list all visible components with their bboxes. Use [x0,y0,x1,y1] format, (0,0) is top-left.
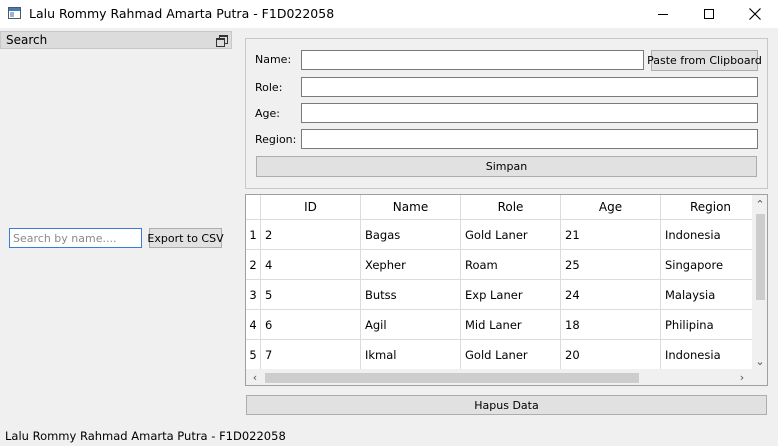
role-label: Role: [255,81,283,94]
table-cell[interactable]: 24 [561,280,661,310]
table-cell[interactable]: Mid Laner [461,310,561,340]
dock-float-icon[interactable] [216,35,228,47]
table-cell[interactable]: 25 [561,250,661,280]
table-cell[interactable]: Philipina [661,310,761,340]
column-header-id[interactable]: ID [261,195,361,220]
table-cell[interactable]: Singapore [661,250,761,280]
table-cell[interactable]: Gold Laner [461,340,561,370]
save-button[interactable]: Simpan [256,156,757,177]
minimize-icon [658,13,668,15]
table-corner-header[interactable] [246,195,261,220]
name-field[interactable] [301,50,644,70]
table-cell[interactable]: Indonesia [661,220,761,250]
form-group: Name: Paste from Clipboard Role: Age: Re… [245,38,768,189]
table-cell[interactable]: Exp Laner [461,280,561,310]
close-button[interactable] [732,0,778,28]
maximize-icon [704,9,714,19]
scrollbar-corner [752,369,767,385]
table-cell[interactable]: Roam [461,250,561,280]
app-window-icon [8,7,21,19]
table-cell[interactable]: 4 [261,250,361,280]
export-csv-button[interactable]: Export to CSV [147,228,224,248]
scroll-right-icon[interactable]: › [736,371,748,383]
scroll-down-icon[interactable]: ⌄ [754,355,766,367]
table-cell[interactable]: 7 [261,340,361,370]
row-header[interactable]: 2 [246,250,261,280]
search-dock-header[interactable]: Search [0,31,232,49]
row-header[interactable]: 5 [246,340,261,370]
column-header-age[interactable]: Age [561,195,661,220]
status-bar-text: Lalu Rommy Rahmad Amarta Putra - F1D0220… [5,429,286,443]
table-cell[interactable]: 21 [561,220,661,250]
table-cell[interactable]: Butss [361,280,461,310]
table-cell[interactable]: Bagas [361,220,461,250]
region-label: Region: [255,133,297,146]
table-cell[interactable]: Malaysia [661,280,761,310]
table-cell[interactable]: 5 [261,280,361,310]
minimize-button[interactable] [640,0,686,28]
table-cell[interactable]: 20 [561,340,661,370]
table-cell[interactable]: Ikmal [361,340,461,370]
table-cell[interactable]: Agil [361,310,461,340]
close-icon [749,8,761,20]
horizontal-scrollbar[interactable]: ‹ › [246,369,752,385]
maximize-button[interactable] [686,0,732,28]
row-header[interactable]: 3 [246,280,261,310]
column-header-name[interactable]: Name [361,195,461,220]
data-table[interactable]: ID Name Role Age Region 1 2 Bagas Gold L… [245,194,768,386]
row-header[interactable]: 4 [246,310,261,340]
name-label: Name: [255,53,292,66]
dock-title: Search [6,33,48,47]
vertical-scroll-thumb[interactable] [756,214,765,300]
column-header-region[interactable]: Region [661,195,761,220]
table-cell[interactable]: Xepher [361,250,461,280]
table-cell[interactable]: 6 [261,310,361,340]
age-field[interactable] [301,103,758,123]
scroll-left-icon[interactable]: ‹ [249,371,261,383]
region-field[interactable] [301,129,758,149]
paste-from-clipboard-button[interactable]: Paste from Clipboard [647,50,762,71]
age-label: Age: [255,107,280,120]
horizontal-scroll-thumb[interactable] [265,373,639,383]
scroll-up-icon[interactable]: ⌃ [754,198,766,210]
column-header-role[interactable]: Role [461,195,561,220]
title-bar: Lalu Rommy Rahmad Amarta Putra - F1D0220… [0,0,778,28]
search-input[interactable] [9,228,142,248]
vertical-scrollbar[interactable]: ⌃ ⌄ [752,195,767,371]
table-cell[interactable]: Indonesia [661,340,761,370]
table-cell[interactable]: 18 [561,310,661,340]
delete-data-button[interactable]: Hapus Data [246,395,767,415]
table-cell[interactable]: 2 [261,220,361,250]
row-header[interactable]: 1 [246,220,261,250]
table-cell[interactable]: Gold Laner [461,220,561,250]
role-field[interactable] [301,77,758,97]
window-title: Lalu Rommy Rahmad Amarta Putra - F1D0220… [29,6,335,21]
